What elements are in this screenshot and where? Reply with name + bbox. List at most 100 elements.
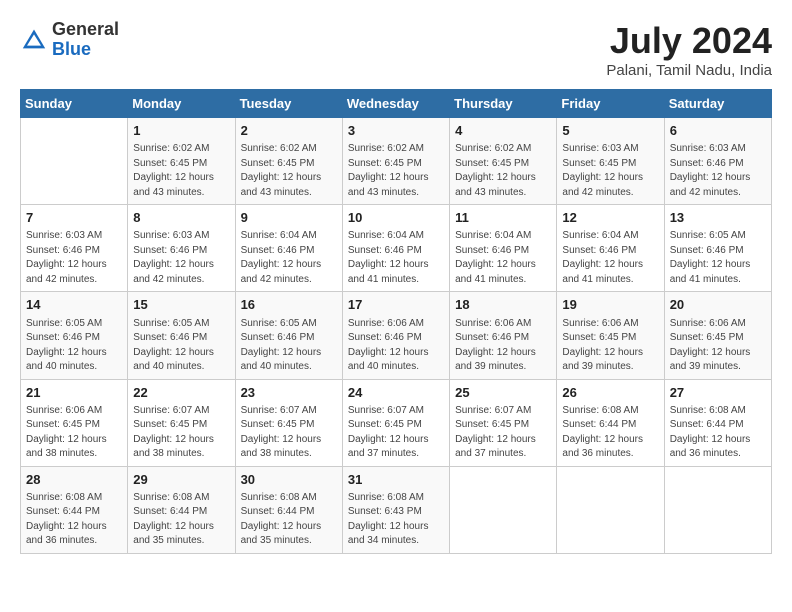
day-info: Sunrise: 6:03 AM Sunset: 6:46 PM Dayligh… [133,229,229,287]
day-number: 9 [241,209,337,227]
day-info: Sunrise: 6:04 AM Sunset: 6:46 PM Dayligh… [348,229,444,287]
day-number: 30 [241,471,337,489]
day-info: Sunrise: 6:07 AM Sunset: 6:45 PM Dayligh… [241,404,337,462]
day-number: 22 [133,384,229,402]
day-number: 29 [133,471,229,489]
calendar-cell: 11 Sunrise: 6:04 AM Sunset: 6:46 PM Dayli… [450,205,557,292]
calendar-cell: 21Sunrise: 6:06 AM Sunset: 6:45 PM Dayli… [21,379,128,466]
calendar-cell: 23 Sunrise: 6:07 AM Sunset: 6:45 PM Dayli… [235,379,342,466]
calendar-cell: 7 Sunrise: 6:03 AM Sunset: 6:46 PM Daylig… [21,205,128,292]
day-number: 10 [348,209,444,227]
day-number: 17 [348,296,444,314]
day-number: 23 [241,384,337,402]
calendar-cell: 5 Sunrise: 6:03 AM Sunset: 6:45 PM Daylig… [557,118,664,205]
day-number: 3 [348,122,444,140]
day-number: 27 [670,384,766,402]
day-number: 14 [26,296,122,314]
page-header: General Blue July 2024 Palani, Tamil Nad… [20,20,772,79]
weekday-header-saturday: Saturday [664,90,771,118]
calendar-cell: 6 Sunrise: 6:03 AM Sunset: 6:46 PM Daylig… [664,118,771,205]
weekday-header-friday: Friday [557,90,664,118]
day-info: Sunrise: 6:08 AM Sunset: 6:44 PM Dayligh… [241,491,337,549]
weekday-header-thursday: Thursday [450,90,557,118]
calendar-cell: 15 Sunrise: 6:05 AM Sunset: 6:46 PM Dayli… [128,292,235,379]
calendar-cell: 10 Sunrise: 6:04 AM Sunset: 6:46 PM Dayli… [342,205,449,292]
day-number: 12 [562,209,658,227]
calendar-cell [557,466,664,553]
calendar-cell: 22 Sunrise: 6:07 AM Sunset: 6:45 PM Dayli… [128,379,235,466]
calendar-cell: 14 Sunrise: 6:05 AM Sunset: 6:46 PM Dayli… [21,292,128,379]
calendar-cell: 4 Sunrise: 6:02 AM Sunset: 6:45 PM Daylig… [450,118,557,205]
weekday-header-monday: Monday [128,90,235,118]
day-info: Sunrise: 6:02 AM Sunset: 6:45 PM Dayligh… [455,142,551,200]
calendar-table: SundayMondayTuesdayWednesdayThursdayFrid… [20,89,772,554]
day-info: Sunrise: 6:05 AM Sunset: 6:46 PM Dayligh… [26,317,122,375]
day-number: 11 [455,209,551,227]
calendar-cell [450,466,557,553]
logo-icon [20,26,48,54]
day-number: 4 [455,122,551,140]
day-info: Sunrise: 6:04 AM Sunset: 6:46 PM Dayligh… [455,229,551,287]
day-info: Sunrise: 6:03 AM Sunset: 6:45 PM Dayligh… [562,142,658,200]
calendar-cell [664,466,771,553]
calendar-cell: 9Sunrise: 6:04 AM Sunset: 6:46 PM Daylig… [235,205,342,292]
day-info: Sunrise: 6:07 AM Sunset: 6:45 PM Dayligh… [455,404,551,462]
calendar-cell: 13 Sunrise: 6:05 AM Sunset: 6:46 PM Dayli… [664,205,771,292]
day-info: Sunrise: 6:07 AM Sunset: 6:45 PM Dayligh… [348,404,444,462]
day-info: Sunrise: 6:05 AM Sunset: 6:46 PM Dayligh… [133,317,229,375]
weekday-header-tuesday: Tuesday [235,90,342,118]
calendar-cell: 31 Sunrise: 6:08 AM Sunset: 6:43 PM Dayli… [342,466,449,553]
logo-general: General [52,19,119,39]
weekday-header-sunday: Sunday [21,90,128,118]
location: Palani, Tamil Nadu, India [606,62,772,79]
day-info: Sunrise: 6:07 AM Sunset: 6:45 PM Dayligh… [133,404,229,462]
day-number: 31 [348,471,444,489]
calendar-cell: 29 Sunrise: 6:08 AM Sunset: 6:44 PM Dayli… [128,466,235,553]
day-info: Sunrise: 6:05 AM Sunset: 6:46 PM Dayligh… [670,229,766,287]
day-info: Sunrise: 6:05 AM Sunset: 6:46 PM Dayligh… [241,317,337,375]
calendar-cell: 17Sunrise: 6:06 AM Sunset: 6:46 PM Dayli… [342,292,449,379]
calendar-cell: 20Sunrise: 6:06 AM Sunset: 6:45 PM Dayli… [664,292,771,379]
day-number: 28 [26,471,122,489]
title-block: July 2024 Palani, Tamil Nadu, India [606,20,772,79]
weekday-header-wednesday: Wednesday [342,90,449,118]
day-number: 5 [562,122,658,140]
day-info: Sunrise: 6:08 AM Sunset: 6:44 PM Dayligh… [562,404,658,462]
day-number: 16 [241,296,337,314]
calendar-cell: 16 Sunrise: 6:05 AM Sunset: 6:46 PM Dayli… [235,292,342,379]
calendar-cell: 8Sunrise: 6:03 AM Sunset: 6:46 PM Daylig… [128,205,235,292]
day-number: 24 [348,384,444,402]
logo: General Blue [20,20,119,60]
day-info: Sunrise: 6:06 AM Sunset: 6:45 PM Dayligh… [670,317,766,375]
day-info: Sunrise: 6:08 AM Sunset: 6:43 PM Dayligh… [348,491,444,549]
calendar-cell: 25Sunrise: 6:07 AM Sunset: 6:45 PM Dayli… [450,379,557,466]
day-number: 7 [26,209,122,227]
day-number: 6 [670,122,766,140]
day-number: 1 [133,122,229,140]
calendar-cell: 24 Sunrise: 6:07 AM Sunset: 6:45 PM Dayli… [342,379,449,466]
day-number: 15 [133,296,229,314]
day-info: Sunrise: 6:08 AM Sunset: 6:44 PM Dayligh… [670,404,766,462]
day-info: Sunrise: 6:08 AM Sunset: 6:44 PM Dayligh… [26,491,122,549]
day-number: 2 [241,122,337,140]
day-number: 13 [670,209,766,227]
calendar-cell: 27 Sunrise: 6:08 AM Sunset: 6:44 PM Dayli… [664,379,771,466]
day-info: Sunrise: 6:06 AM Sunset: 6:45 PM Dayligh… [26,404,122,462]
day-info: Sunrise: 6:04 AM Sunset: 6:46 PM Dayligh… [562,229,658,287]
day-info: Sunrise: 6:06 AM Sunset: 6:45 PM Dayligh… [562,317,658,375]
calendar-cell: 28 Sunrise: 6:08 AM Sunset: 6:44 PM Dayli… [21,466,128,553]
day-number: 19 [562,296,658,314]
day-info: Sunrise: 6:03 AM Sunset: 6:46 PM Dayligh… [670,142,766,200]
day-number: 18 [455,296,551,314]
month-title: July 2024 [606,20,772,62]
day-info: Sunrise: 6:03 AM Sunset: 6:46 PM Dayligh… [26,229,122,287]
calendar-cell: 1 Sunrise: 6:02 AM Sunset: 6:45 PM Daylig… [128,118,235,205]
calendar-cell [21,118,128,205]
day-info: Sunrise: 6:02 AM Sunset: 6:45 PM Dayligh… [133,142,229,200]
calendar-cell: 19 Sunrise: 6:06 AM Sunset: 6:45 PM Dayli… [557,292,664,379]
day-info: Sunrise: 6:08 AM Sunset: 6:44 PM Dayligh… [133,491,229,549]
calendar-cell: 26Sunrise: 6:08 AM Sunset: 6:44 PM Dayli… [557,379,664,466]
calendar-cell: 12 Sunrise: 6:04 AM Sunset: 6:46 PM Dayli… [557,205,664,292]
calendar-cell: 18 Sunrise: 6:06 AM Sunset: 6:46 PM Dayli… [450,292,557,379]
day-info: Sunrise: 6:06 AM Sunset: 6:46 PM Dayligh… [455,317,551,375]
